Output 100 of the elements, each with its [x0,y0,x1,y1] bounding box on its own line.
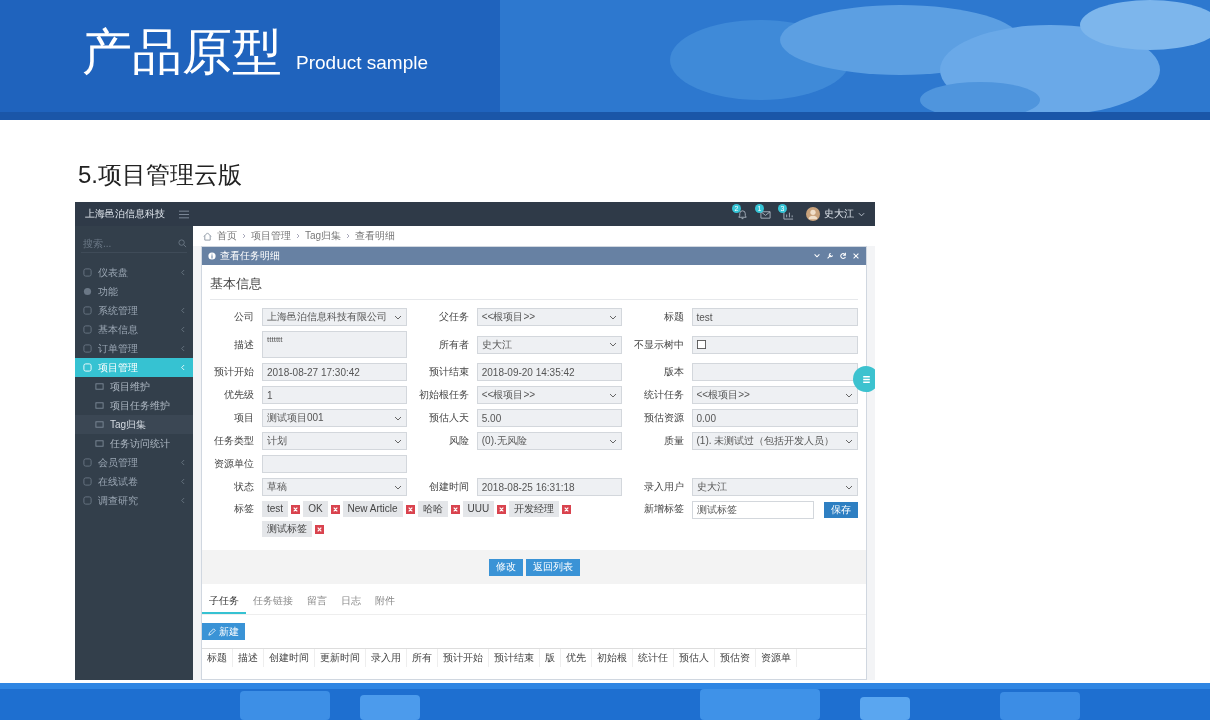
user-name[interactable]: 史大江 [824,207,854,221]
tab[interactable]: 留言 [300,590,334,614]
sidebar-item[interactable]: 调查研究 [75,491,193,510]
field-label: 初始根任务 [417,388,469,402]
section-heading: 5.项目管理云版 [78,160,243,190]
field-label: 预计开始 [213,365,254,379]
input-field[interactable] [262,455,407,473]
input-field[interactable]: 5.00 [476,409,622,427]
chevron-icon [608,392,617,398]
column-header: 资源单 [756,649,797,667]
field-label: 创建时间 [427,480,469,494]
input-field[interactable]: 0.00 [691,409,858,427]
chevron-icon [180,459,185,466]
tag: 哈哈 [417,501,448,517]
tab[interactable]: 任务链接 [246,590,300,614]
column-header: 标题 [202,649,233,667]
breadcrumb-link[interactable]: 查看明细 [355,229,396,243]
field-label: 公司 [233,310,254,324]
delete-icon[interactable] [405,504,415,514]
slide-title: 产品原型 [82,23,282,82]
delete-icon[interactable] [497,504,507,514]
wrench-icon[interactable] [826,252,834,260]
chevron-icon [180,478,185,485]
input-field[interactable]: 2018-08-27 17:30:42 [262,363,407,381]
select-field[interactable]: 计划 [262,432,407,450]
sidebar-item[interactable]: 系统管理 [75,301,193,320]
select-field[interactable]: <<根项目>> [476,386,622,404]
breadcrumb-link[interactable]: Tag归集 [305,229,342,243]
submenu-item[interactable]: 项目维护 [75,377,193,396]
chevron-icon [180,364,185,371]
column-header: 预计开始 [438,649,489,667]
select-field[interactable]: 史大江 [691,478,858,496]
input-field[interactable]: 2018-08-25 16:31:18 [476,478,622,496]
panel-title: 查看任务明细 [220,249,280,263]
field-label: 预估资源 [642,411,684,425]
text-area[interactable]: ttttttt [262,331,407,358]
bell-icon[interactable] [737,208,748,220]
breadcrumb-link[interactable]: 首页 [217,229,237,243]
sidebar-item[interactable]: 仪表盘 [75,263,193,282]
menu-icon[interactable] [179,209,189,219]
chevron-icon [845,392,853,398]
field-label: 所有者 [437,337,469,352]
avatar-icon[interactable] [806,207,820,221]
sidebar-item[interactable]: 在线试卷 [75,472,193,491]
chevron-icon [608,438,617,444]
submenu-item[interactable]: 任务访问统计 [75,434,193,453]
field-label: 质量 [662,434,684,448]
delete-icon[interactable] [450,504,460,514]
chevron-icon [180,345,185,352]
field-label: 风险 [447,434,469,448]
tag: 测试标签 [262,521,312,537]
select-field[interactable]: 史大江 [476,335,622,354]
field-label: 标题 [662,310,684,324]
input-field[interactable]: 2018-09-20 14:35:42 [476,363,622,381]
input-field[interactable]: test [691,308,858,326]
delete-icon[interactable] [562,504,572,514]
tag: New Article [342,501,403,517]
section-title: 基本信息 [210,275,263,293]
column-header: 优先 [561,649,592,667]
select-field[interactable]: <<根项目>> [476,308,622,326]
column-header: 预计结束 [489,649,540,667]
sidebar-item[interactable]: 基本信息 [75,320,193,339]
select-field[interactable]: (0).无风险 [476,432,622,450]
select-field[interactable]: 草稿 [262,478,407,496]
collapse-icon[interactable] [813,252,821,260]
delete-icon[interactable] [330,504,340,514]
select-field[interactable]: 上海邑泊信息科技有限公司 [262,308,407,326]
input-field[interactable]: 测试标签 [691,501,814,519]
menu-item-icon [83,458,92,467]
chevron-icon [845,438,853,444]
column-header: 版 [540,649,561,667]
submenu-item[interactable]: Tag归集 [75,415,193,434]
menu-item-icon [83,496,92,505]
envelope-icon[interactable] [760,208,771,220]
input-field[interactable] [691,363,858,381]
close-icon[interactable] [852,252,860,260]
select-field[interactable]: (1). 未测试过（包括开发人员） [691,432,858,450]
breadcrumb-link[interactable]: 项目管理 [251,229,291,243]
menu-item-icon [95,382,104,391]
tab[interactable]: 日志 [334,590,368,614]
sidebar-item[interactable]: 订单管理 [75,339,193,358]
sidebar-item[interactable]: 会员管理 [75,453,193,472]
delete-icon[interactable] [291,504,301,514]
field-label: 状态 [233,480,254,494]
input-field[interactable]: 1 [262,386,407,404]
tab[interactable]: 附件 [368,590,402,614]
save-button[interactable]: 保存 [824,502,858,518]
delete-icon[interactable] [315,524,324,534]
select-field[interactable]: <<根项目>> [691,386,858,404]
checkbox[interactable] [696,340,706,349]
tab[interactable]: 子任务 [202,590,246,614]
column-header: 预估资 [715,649,756,667]
field-label: 录入用户 [642,480,684,494]
caret-icon[interactable] [858,211,865,217]
field-label: 预计结束 [427,365,469,379]
refresh-icon[interactable] [839,252,847,260]
select-field[interactable]: 测试项目001 [262,409,407,427]
submenu-item[interactable]: 项目任务维护 [75,396,193,415]
chevron-icon [180,307,185,314]
column-header: 描述 [233,649,264,667]
